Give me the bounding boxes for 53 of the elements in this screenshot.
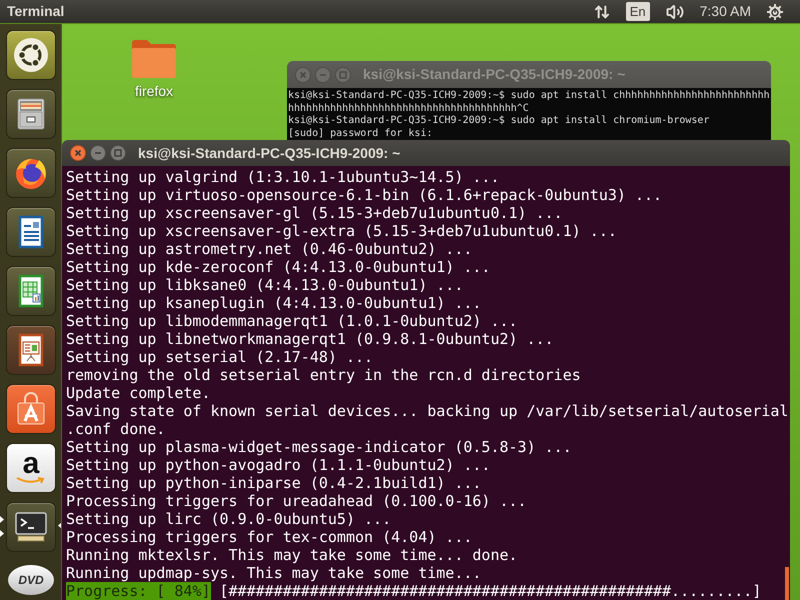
terminal-line: Setting up virtuoso-opensource-6.1-bin (6.1.6+repack-0ubuntu3) ... [66,186,662,204]
terminal-line: Running updmap-sys. This may take some time... [66,564,482,582]
terminal-line: Setting up lirc (0.9.0-0ubuntu5) ... [66,510,392,528]
terminal-line: Setting up kde-zeroconf (4:4.13.0-0ubuntu1) ... [66,258,490,276]
terminal-line: Setting up ksaneplugin (4:4.13.0-0ubuntu1) ... [66,294,482,312]
terminal-line: .conf done. [66,420,166,438]
terminal-line: Setting up astrometry.net (0.46-0ubuntu2) ... [66,240,472,258]
terminal-line: Setting up xscreensaver-gl-extra (5.15-3+deb7u1ubuntu0.1) ... [66,222,617,240]
dvd-disc-button[interactable]: DVD [8,565,54,595]
smile-arrow-icon [16,477,46,485]
minimize-icon[interactable] [90,145,106,161]
terminal-line: Setting up libnetworkmanagerqt1 (0.9.8.1-0ubuntu2) ... [66,330,554,348]
terminal-line: Setting up libmodemmanagerqt1 (1.0.1-0ubuntu2) ... [66,312,518,330]
shopping-bag-icon[interactable] [6,384,56,434]
terminal-line: Saving state of known serial devices... backing up /var/lib/setserial/autoserial [66,402,788,420]
spreadsheet-icon[interactable] [6,266,56,316]
keyboard-layout-indicator[interactable]: En [626,2,650,21]
window-title: ksi@ksi-Standard-PC-Q35-ICH9-2009: ~ [363,65,626,84]
file-cabinet-icon[interactable] [6,89,56,139]
terminal-icon[interactable] [6,502,56,552]
terminal-line: hhhhhhhhhhhhhhhhhhhhhhhhhhhhhhhhhhhhhh^C [288,102,529,115]
terminal-line: Update complete. [66,384,210,402]
up-down-arrows-icon[interactable] [594,4,610,20]
terminal-line: Setting up python-iniparse (0.4-2.1build1) ... [66,474,482,492]
terminal-line: ksi@ksi-Standard-PC-Q35-ICH9-2009:~$ sudo apt install chhhhhhhhhhhhhhhhhhhhhhhhh [288,90,770,102]
scrollbar-thumb[interactable] [785,567,789,600]
terminal-line: Setting up python-avogadro (1.1.1-0ubuntu2) ... [66,456,490,474]
terminal-line: Processing triggers for ureadahead (0.100.0-16) ... [66,492,527,510]
app-title: Terminal [7,2,64,21]
clock[interactable]: 7:30 AM [700,1,751,22]
terminal-line: Running mktexlsr. This may take some time... done. [66,546,518,564]
progress-label: Progress: [ 84%] [66,582,210,600]
progress-bar-text: [#################################################.........] [220,582,762,600]
maximize-icon[interactable] [110,145,126,161]
document-icon[interactable] [6,207,56,257]
window-title-bar[interactable]: ksi@ksi-Standard-PC-Q35-ICH9-2009: ~ [62,140,790,166]
terminal-line: Setting up valgrind (1:3.10.1-1ubuntu3~14.5) ... [66,168,500,186]
fox-globe-icon[interactable] [6,148,56,198]
window-title: ksi@ksi-Standard-PC-Q35-ICH9-2009: ~ [138,144,400,163]
terminal-line: Processing triggers for tex-common (4.04) ... [66,528,472,546]
terminal-line: Setting up xscreensaver-gl (5.15-3+deb7u1ubuntu0.1) ... [66,204,563,222]
speaker-icon[interactable] [666,2,684,20]
smile-logo-button[interactable]: a [6,443,56,493]
terminal-line: removing the old setserial entry in the rcn.d directories [66,366,581,384]
presentation-icon[interactable] [6,325,56,375]
terminal-line: Setting up setserial (2.17-48) ... [66,348,374,366]
terminal-line: ksi@ksi-Standard-PC-Q35-ICH9-2009:~$ sudo apt install chromium-browser [288,115,710,128]
terminal-line: [sudo] password for ksi: [288,128,432,140]
close-icon[interactable] [70,145,86,161]
terminal-line: Setting up libksane0 (4:4.13.0-0ubuntu1) ... [66,276,464,294]
ring-logo-icon[interactable] [6,30,56,80]
power-gear-icon[interactable] [767,4,783,20]
terminal-line: Setting up plasma-widget-message-indicator (0.5.8-3) ... [66,438,572,456]
